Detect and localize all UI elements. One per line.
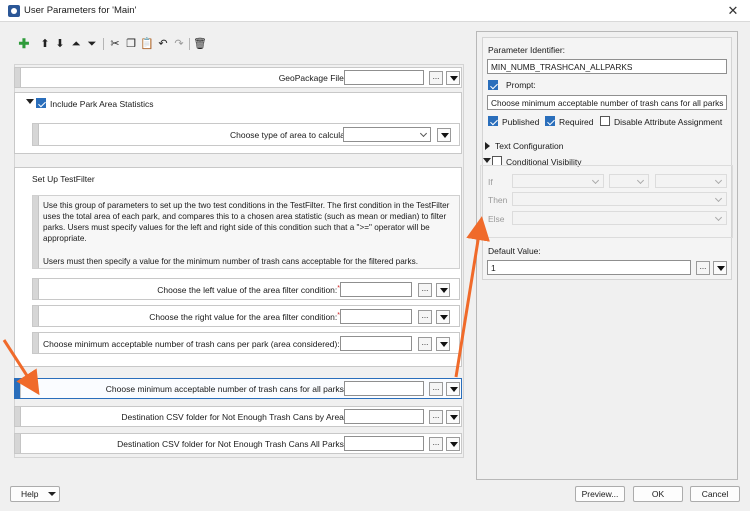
arrow-to-selected-row: [2, 339, 40, 396]
annotation-arrows: [2, 216, 490, 396]
arrow-to-properties: [454, 216, 490, 378]
